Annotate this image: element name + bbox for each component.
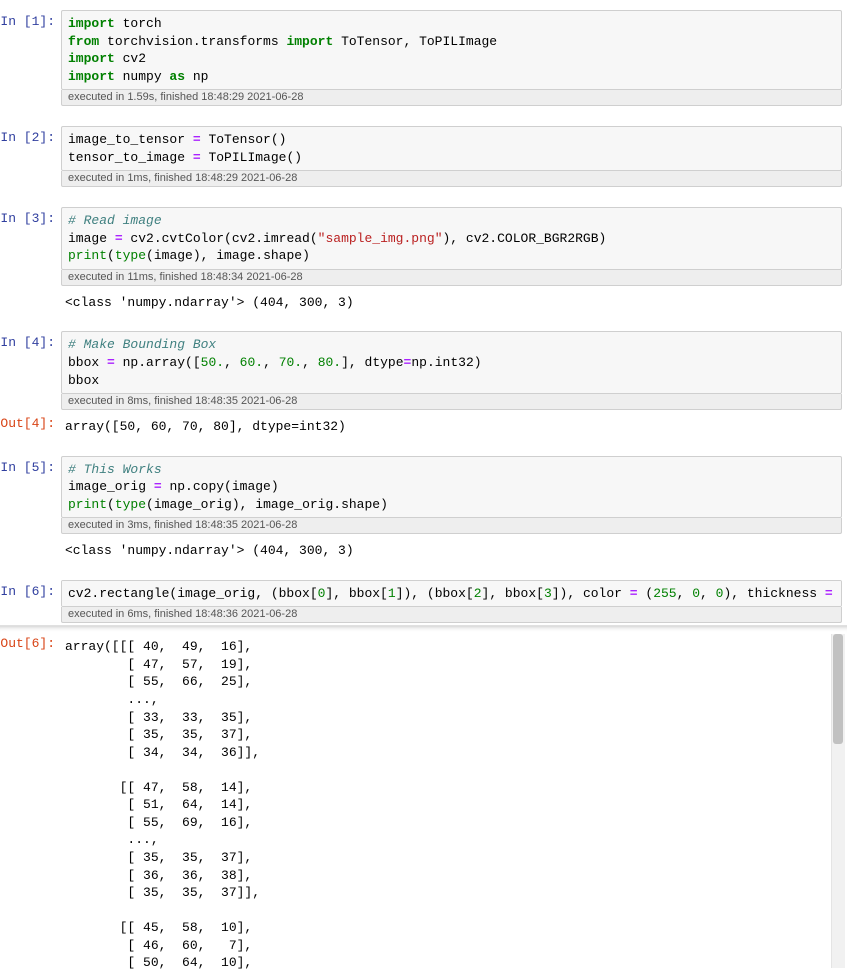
execution-info: executed in 6ms, finished 18:48:36 2021-… xyxy=(61,607,842,623)
input-prompt: In [1]: xyxy=(0,10,61,31)
execution-info: executed in 1ms, finished 18:48:29 2021-… xyxy=(61,171,842,187)
cell-output-row: <class 'numpy.ndarray'> (404, 300, 3) xyxy=(0,286,847,316)
execution-info: executed in 3ms, finished 18:48:35 2021-… xyxy=(61,518,842,534)
input-prompt: In [4]: xyxy=(0,331,61,352)
code-input[interactable]: # Read image image = cv2.cvtColor(cv2.im… xyxy=(61,207,842,270)
notebook-cell: In [4]: # Make Bounding Box bbox = np.ar… xyxy=(0,329,847,410)
execute-result: array([[[ 40, 49, 16], [ 47, 57, 19], [ … xyxy=(61,632,842,975)
code-input[interactable]: import torch from torchvision.transforms… xyxy=(61,10,842,90)
input-prompt: In [2]: xyxy=(0,126,61,147)
scrollable-output[interactable]: Out[6]: array([[[ 40, 49, 16], [ 47, 57,… xyxy=(0,625,847,975)
code-input[interactable]: image_to_tensor = ToTensor() tensor_to_i… xyxy=(61,126,842,171)
notebook-cell: In [6]: cv2.rectangle(image_orig, (bbox[… xyxy=(0,578,847,624)
execution-info: executed in 11ms, finished 18:48:34 2021… xyxy=(61,270,842,286)
cell-output-row: Out[6]: array([[[ 40, 49, 16], [ 47, 57,… xyxy=(0,632,847,975)
output-prompt: Out[6]: xyxy=(0,632,61,653)
input-prompt: In [3]: xyxy=(0,207,61,228)
code-input[interactable]: # Make Bounding Box bbox = np.array([50.… xyxy=(61,331,842,394)
input-prompt: In [5]: xyxy=(0,456,61,477)
cell-output-row: <class 'numpy.ndarray'> (404, 300, 3) xyxy=(0,534,847,564)
notebook-cell: In [5]: # This Works image_orig = np.cop… xyxy=(0,454,847,535)
stdout-output: <class 'numpy.ndarray'> (404, 300, 3) xyxy=(61,288,842,316)
code-input[interactable]: cv2.rectangle(image_orig, (bbox[0], bbox… xyxy=(61,580,842,608)
execution-info: executed in 1.59s, finished 18:48:29 202… xyxy=(61,90,842,106)
cell-output-row: Out[4]: array([50, 60, 70, 80], dtype=in… xyxy=(0,410,847,440)
stdout-output: <class 'numpy.ndarray'> (404, 300, 3) xyxy=(61,536,842,564)
code-input[interactable]: # This Works image_orig = np.copy(image)… xyxy=(61,456,842,519)
output-prompt-empty xyxy=(0,536,61,540)
notebook-cell: In [3]: # Read image image = cv2.cvtColo… xyxy=(0,205,847,286)
input-prompt: In [6]: xyxy=(0,580,61,601)
notebook-cell: In [1]: import torch from torchvision.tr… xyxy=(0,8,847,106)
output-prompt: Out[4]: xyxy=(0,412,61,433)
output-prompt-empty xyxy=(0,288,61,292)
execution-info: executed in 8ms, finished 18:48:35 2021-… xyxy=(61,394,842,410)
notebook-cell: In [2]: image_to_tensor = ToTensor() ten… xyxy=(0,124,847,187)
execute-result: array([50, 60, 70, 80], dtype=int32) xyxy=(61,412,842,440)
